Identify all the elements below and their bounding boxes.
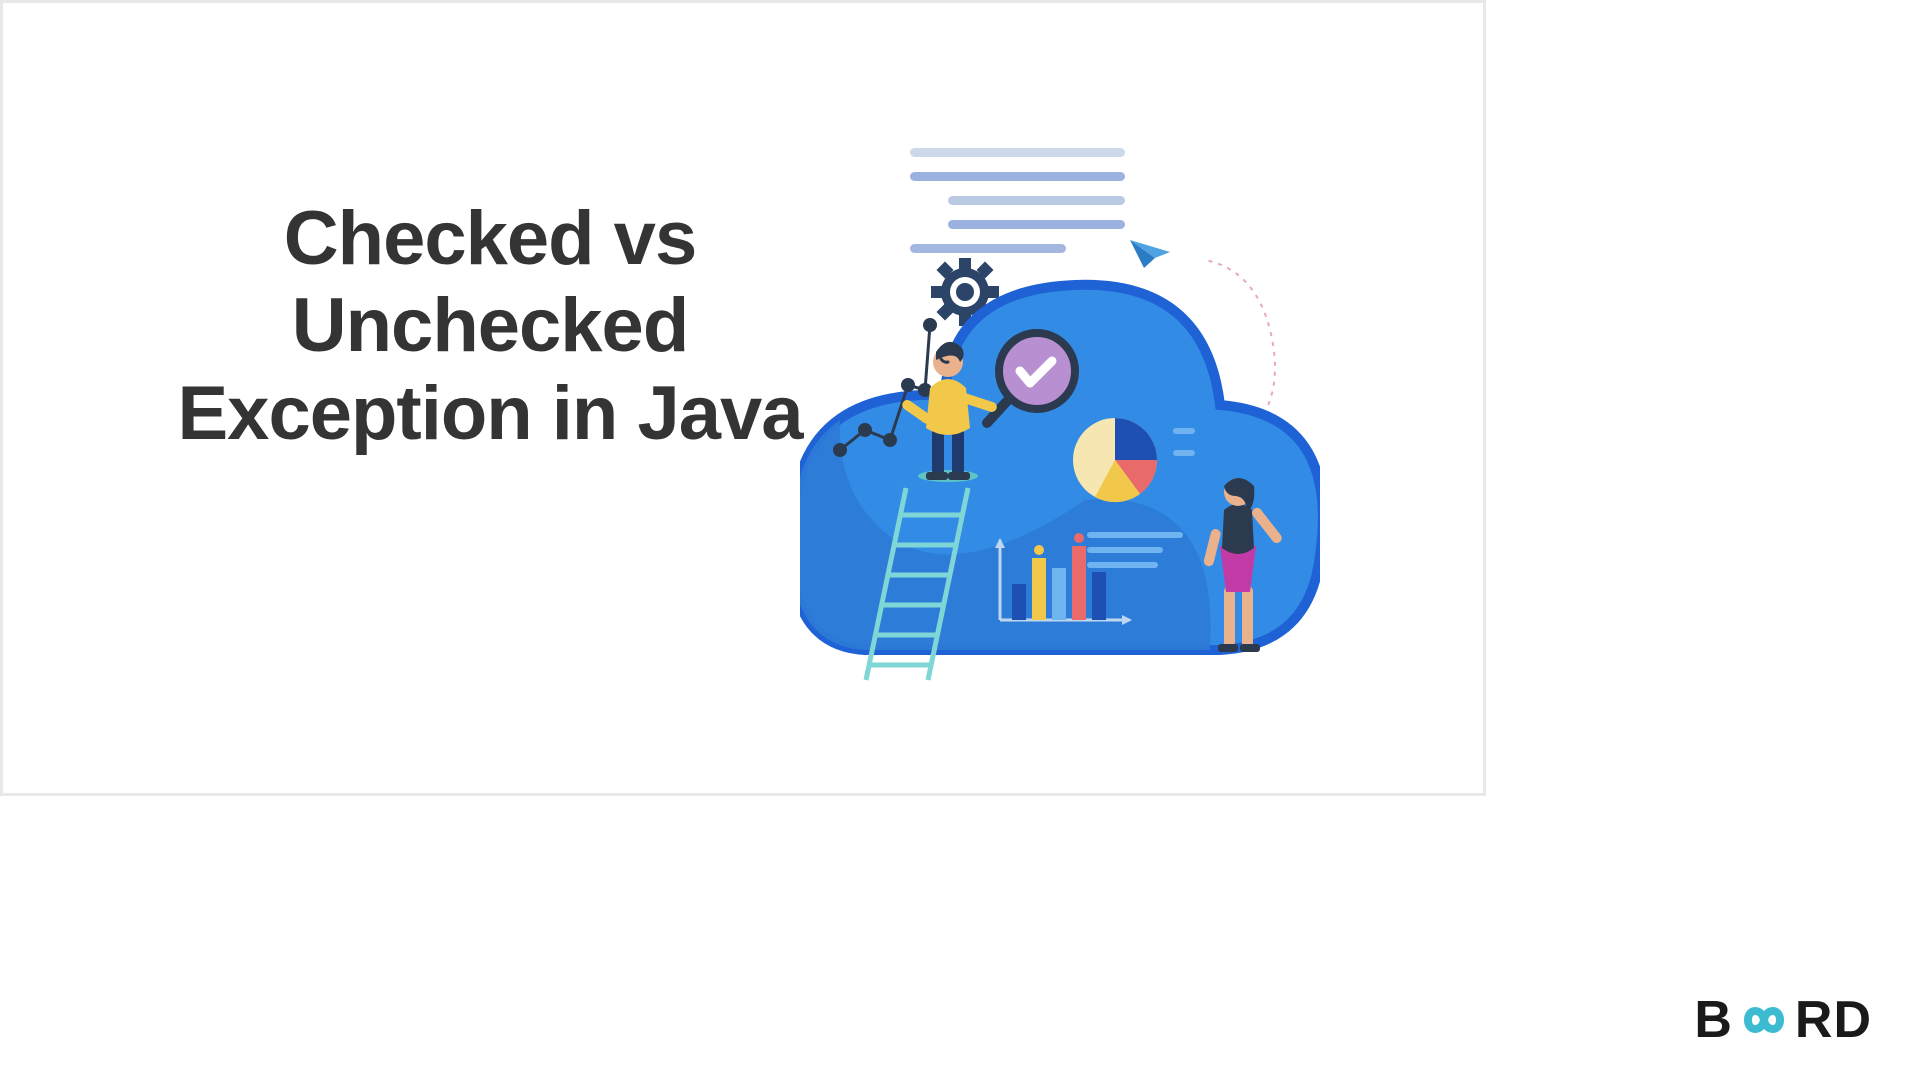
hero-illustration — [800, 140, 1320, 710]
heading-line-3: Exception in Java — [105, 370, 875, 457]
heading-line-2: Unchecked — [105, 282, 875, 369]
paper-plane-icon — [1130, 240, 1170, 268]
infinity-icon — [1731, 1002, 1797, 1038]
board-logo: B RD — [1694, 990, 1872, 1050]
logo-letters-rd: RD — [1795, 990, 1872, 1050]
heading-line-1: Checked vs — [105, 195, 875, 282]
heading-block: Checked vs Unchecked Exception in Java — [105, 195, 875, 457]
